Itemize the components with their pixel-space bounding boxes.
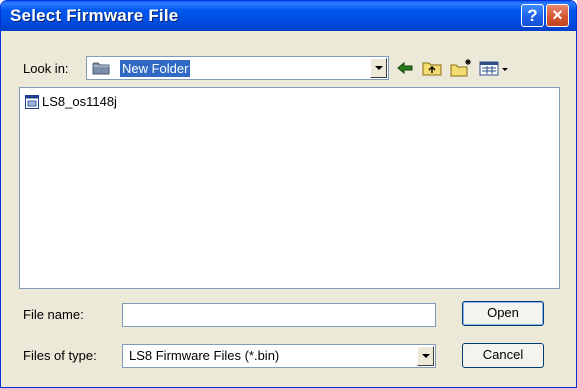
select-firmware-dialog: Select Firmware File ? × Look in: New Fo…: [0, 0, 577, 388]
filetype-combo[interactable]: LS8 Firmware Files (*.bin): [122, 344, 436, 368]
chevron-down-icon: [422, 354, 430, 358]
filename-label: File name:: [23, 307, 84, 322]
dialog-title: Select Firmware File: [10, 6, 179, 25]
chevron-down-icon: [375, 66, 383, 70]
open-button[interactable]: Open: [462, 301, 544, 326]
close-button[interactable]: ×: [546, 4, 569, 27]
filetype-value: LS8 Firmware Files (*.bin): [129, 348, 280, 363]
back-arrow-icon[interactable]: [395, 57, 415, 79]
filename-input[interactable]: [122, 303, 436, 327]
lookin-value: New Folder: [120, 60, 191, 77]
help-button[interactable]: ?: [521, 4, 544, 27]
file-list[interactable]: LS8_os1148j: [19, 87, 560, 289]
lookin-label: Look in:: [23, 61, 69, 76]
view-menu-icon[interactable]: [478, 57, 510, 79]
file-name: LS8_os1148j: [42, 94, 117, 109]
binary-file-icon: [25, 95, 39, 109]
folder-icon: [92, 62, 110, 75]
lookin-combo[interactable]: New Folder: [86, 56, 389, 80]
cancel-button[interactable]: Cancel: [462, 343, 544, 368]
up-folder-icon[interactable]: [421, 57, 443, 79]
title-bar: Select Firmware File ? ×: [1, 1, 576, 31]
filetype-dropdown-button[interactable]: [417, 346, 434, 366]
new-folder-icon[interactable]: [449, 57, 473, 79]
lookin-dropdown-button[interactable]: [370, 58, 387, 78]
filetype-label: Files of type:: [23, 348, 97, 363]
